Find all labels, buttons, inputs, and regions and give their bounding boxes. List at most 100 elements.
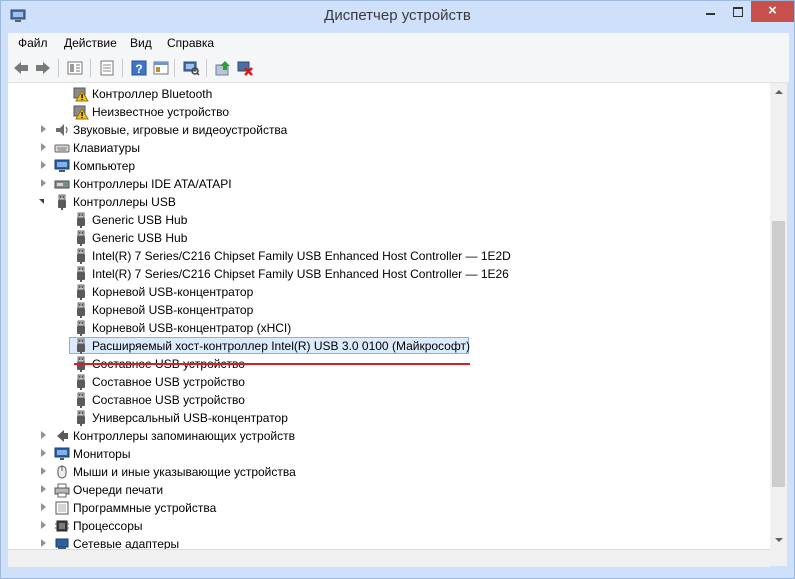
tree-row-label: Неизвестное устройство <box>92 105 230 119</box>
scan-hardware-icon[interactable] <box>182 59 200 77</box>
tree-row[interactable]: Корневой USB-концентратор (xHCI) <box>8 319 768 337</box>
console-view-icon[interactable] <box>152 59 170 77</box>
device-tree[interactable]: Контроллер Bluetooth Неизвестное устройст… <box>8 83 770 549</box>
title-bar[interactable]: Диспетчер устройств × <box>1 1 794 33</box>
svg-text:?: ? <box>135 62 142 76</box>
usb-plug-icon <box>73 248 89 264</box>
tree-row-label: Мониторы <box>73 447 131 461</box>
toolbar-separator <box>206 59 207 77</box>
tree-view-icon[interactable] <box>66 59 84 77</box>
tree-row[interactable]: Контроллер Bluetooth <box>8 85 768 103</box>
tree-row[interactable]: Контроллеры запоминающих устройств <box>8 427 768 445</box>
tree-row-label: Generic USB Hub <box>92 213 188 227</box>
tree-row-label: Универсальный USB-концентратор <box>92 411 288 425</box>
menu-view[interactable]: Вид <box>130 36 152 50</box>
back-arrow-icon[interactable] <box>12 59 30 77</box>
storage-controller-icon <box>54 428 70 444</box>
tree-row[interactable]: Intel(R) 7 Series/C216 Chipset Family US… <box>8 247 768 265</box>
usb-plug-icon <box>73 374 89 390</box>
expand-arrow-icon[interactable] <box>39 539 47 547</box>
tree-row-label: Корневой USB-концентратор <box>92 285 254 299</box>
tree-row[interactable]: Составное USB устройство <box>8 373 768 391</box>
tree-row[interactable]: Звуковые, игровые и видеоустройства <box>8 121 768 139</box>
collapse-arrow-icon[interactable] <box>39 197 47 205</box>
tree-row[interactable]: Составное USB устройство <box>8 391 768 409</box>
menu-action[interactable]: Действие <box>64 36 117 50</box>
tree-row-label: Очереди печати <box>73 483 164 497</box>
network-adapter-icon <box>54 536 70 549</box>
warning-device-icon <box>73 86 89 102</box>
expand-arrow-icon[interactable] <box>39 125 47 133</box>
expand-arrow-icon[interactable] <box>39 467 47 475</box>
tree-row[interactable]: Неизвестное устройство <box>8 103 768 121</box>
expand-arrow-icon[interactable] <box>39 503 47 511</box>
tree-row-label: Контроллеры USB <box>73 195 176 209</box>
usb-plug-icon <box>73 284 89 300</box>
expand-arrow-icon[interactable] <box>39 161 47 169</box>
tree-row[interactable]: Процессоры <box>8 517 768 535</box>
tree-row-selected[interactable]: Расширяемый хост-контроллер Intel(R) USB… <box>8 337 768 355</box>
menu-help[interactable]: Справка <box>167 36 214 50</box>
tree-row[interactable]: Intel(R) 7 Series/C216 Chipset Family US… <box>8 265 768 283</box>
tree-row[interactable]: Корневой USB-концентратор <box>8 283 768 301</box>
tree-row-label: Расширяемый хост-контроллер Intel(R) USB… <box>92 339 470 353</box>
usb-plug-icon <box>54 194 70 210</box>
usb-plug-icon <box>73 302 89 318</box>
expand-arrow-icon[interactable] <box>39 179 47 187</box>
tree-row-label: Контроллер Bluetooth <box>92 87 213 101</box>
toolbar-separator <box>58 59 59 77</box>
menu-file[interactable]: Файл <box>18 36 48 50</box>
expand-arrow-icon[interactable] <box>39 449 47 457</box>
tree-row[interactable]: Программные устройства <box>8 499 768 517</box>
tree-row[interactable]: Очереди печати <box>8 481 768 499</box>
device-manager-window: Диспетчер устройств × Файл Действие Вид … <box>0 0 795 579</box>
scroll-up-button[interactable] <box>770 83 787 100</box>
tree-row[interactable]: Клавиатуры <box>8 139 768 157</box>
expand-arrow-icon[interactable] <box>39 485 47 493</box>
minimize-button[interactable] <box>696 1 724 22</box>
tree-row[interactable]: Generic USB Hub <box>8 211 768 229</box>
usb-plug-icon <box>73 410 89 426</box>
software-device-icon <box>54 500 70 516</box>
usb-plug-icon <box>73 230 89 246</box>
tree-row[interactable]: Контроллеры USB <box>8 193 768 211</box>
close-icon: × <box>768 2 777 19</box>
tree-row[interactable]: Контроллеры IDE ATA/ATAPI <box>8 175 768 193</box>
close-button[interactable]: × <box>751 1 794 22</box>
scroll-down-button[interactable] <box>770 532 787 549</box>
tree-row[interactable]: Мыши и иные указывающие устройства <box>8 463 768 481</box>
tree-row[interactable]: Универсальный USB-концентратор <box>8 409 768 427</box>
usb-plug-icon <box>73 338 89 354</box>
tree-row[interactable]: Компьютер <box>8 157 768 175</box>
mouse-icon <box>54 464 70 480</box>
tree-row-label: Звуковые, игровые и видеоустройства <box>73 123 288 137</box>
computer-icon <box>54 158 70 174</box>
tree-row[interactable]: Корневой USB-концентратор <box>8 301 768 319</box>
maximize-button[interactable] <box>724 1 751 22</box>
tree-row[interactable]: Сетевые адаптеры <box>8 535 768 549</box>
help-icon[interactable]: ? <box>130 59 148 77</box>
expand-arrow-icon[interactable] <box>39 521 47 529</box>
vertical-scrollbar[interactable] <box>770 83 787 549</box>
warning-device-icon <box>73 104 89 120</box>
forward-arrow-icon[interactable] <box>34 59 52 77</box>
annotation-underline <box>74 363 470 365</box>
tree-row[interactable]: Мониторы <box>8 445 768 463</box>
update-driver-icon[interactable] <box>214 59 232 77</box>
printer-icon <box>54 482 70 498</box>
tree-row-label: Сетевые адаптеры <box>73 537 180 549</box>
scroll-thumb[interactable] <box>772 221 785 487</box>
monitor-icon <box>54 446 70 462</box>
expand-arrow-icon[interactable] <box>39 143 47 151</box>
usb-plug-icon <box>73 212 89 228</box>
uninstall-device-icon[interactable] <box>236 59 254 77</box>
tree-row-label: Программные устройства <box>73 501 217 515</box>
properties-sheet-icon[interactable] <box>98 59 116 77</box>
toolbar-separator <box>122 59 123 77</box>
tree-row-label: Generic USB Hub <box>92 231 188 245</box>
expand-arrow-icon[interactable] <box>39 431 47 439</box>
window-title: Диспетчер устройств <box>324 7 471 24</box>
tree-row-label: Процессоры <box>73 519 143 533</box>
tree-row-label: Клавиатуры <box>73 141 140 155</box>
tree-row[interactable]: Generic USB Hub <box>8 229 768 247</box>
